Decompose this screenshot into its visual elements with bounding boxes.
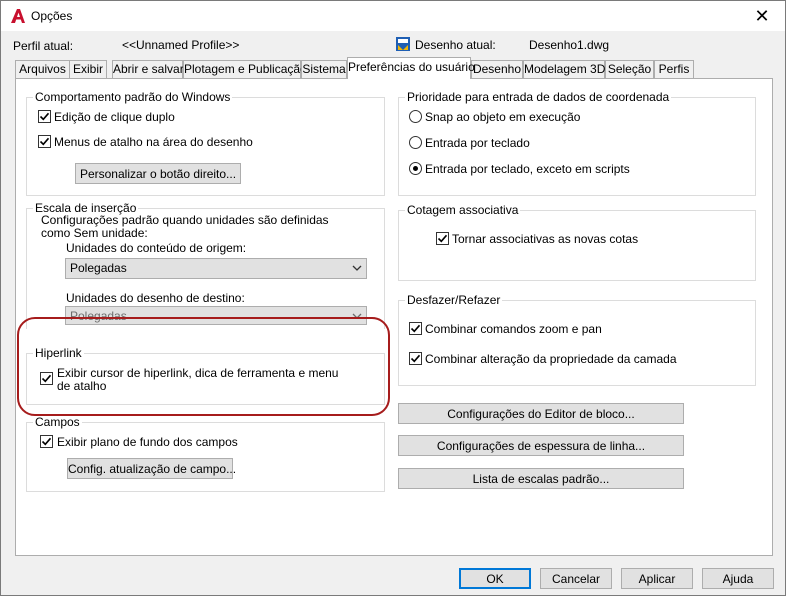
target-units-value: Polegadas [70,309,127,323]
source-units-select[interactable]: Polegadas [65,258,367,279]
chevron-down-icon [352,265,362,271]
radio-keyboard-except-scripts[interactable] [409,162,422,175]
current-profile-value: <<Unnamed Profile>> [122,38,240,52]
radio-running-osnap[interactable] [409,110,422,123]
combine-layer-props-checkbox[interactable] [409,352,422,365]
drawing-file-icon [396,37,410,51]
default-scale-list-button[interactable]: Lista de escalas padrão... [398,468,684,489]
tab-abrir-salvar[interactable]: Abrir e salvar [112,60,184,78]
associative-dimensions-label[interactable]: Tornar associativas as novas cotas [452,232,638,246]
tab-preferencias-usuario[interactable]: Preferências do usuário [347,57,475,79]
radio-keyboard-entry-label[interactable]: Entrada por teclado [425,136,530,150]
shortcut-menus-checkbox[interactable] [38,135,51,148]
source-units-label: Unidades do conteúdo de origem: [66,241,247,255]
hyperlink-title: Hiperlink [33,346,84,360]
combine-zoom-pan-label[interactable]: Combinar comandos zoom e pan [425,322,602,336]
checkmark-icon [410,354,421,363]
tab-modelagem-3d[interactable]: Modelagem 3D [523,60,605,78]
radio-running-osnap-label[interactable]: Snap ao objeto em execução [425,110,580,124]
current-drawing-label: Desenho atual: [415,38,496,52]
ok-button[interactable]: OK [459,568,531,589]
right-click-customize-button[interactable]: Personalizar o botão direito... [75,163,241,184]
block-editor-settings-button[interactable]: Configurações do Editor de bloco... [398,403,684,424]
tab-sistema[interactable]: Sistema [301,60,347,78]
insertion-scale-description-1: Configurações padrão quando unidades são… [41,213,329,227]
checkmark-icon [410,324,421,333]
windows-behavior-title: Comportamento padrão do Windows [33,90,233,104]
options-dialog: Opções ✕ Perfil atual: <<Unnamed Profile… [0,0,786,596]
lineweight-settings-button[interactable]: Configurações de espessura de linha... [398,435,684,456]
associative-dimensions-checkbox[interactable] [436,232,449,245]
chevron-down-icon [352,313,362,319]
hyperlink-cursor-checkbox[interactable] [40,372,53,385]
field-background-label[interactable]: Exibir plano de fundo dos campos [57,435,238,449]
undo-redo-title: Desfazer/Refazer [405,293,503,307]
radio-selected-dot [413,166,418,171]
fields-title: Campos [33,415,82,429]
double-click-label[interactable]: Edição de clique duplo [54,110,175,124]
undo-redo-group: Desfazer/Refazer [398,293,756,386]
radio-keyboard-entry[interactable] [409,136,422,149]
tab-plotagem-publicacao[interactable]: Plotagem e Publicação [183,60,307,78]
hyperlink-cursor-label-2[interactable]: de atalho [57,379,106,393]
checkmark-icon [437,234,448,243]
cancel-button[interactable]: Cancelar [540,568,612,589]
tab-desenho[interactable]: Desenho [471,60,523,78]
target-units-label: Unidades do desenho de destino: [66,291,245,305]
apply-button[interactable]: Aplicar [621,568,693,589]
field-update-settings-button[interactable]: Config. atualização de campo... [67,458,236,479]
checkmark-icon [41,374,52,383]
insertion-scale-description-2: como Sem unidade: [41,226,148,240]
target-units-select[interactable]: Polegadas [65,306,367,325]
window-title: Opções [31,9,73,23]
radio-keyboard-except-scripts-label[interactable]: Entrada por teclado, exceto em scripts [425,162,630,176]
close-icon[interactable]: ✕ [739,1,785,31]
tab-arquivos[interactable]: Arquivos [15,60,70,78]
tab-selecao[interactable]: Seleção [605,60,654,78]
combine-zoom-pan-checkbox[interactable] [409,322,422,335]
source-units-value: Polegadas [70,261,127,275]
checkmark-icon [41,437,52,446]
field-background-checkbox[interactable] [40,435,53,448]
shortcut-menus-label[interactable]: Menus de atalho na área do desenho [54,135,253,149]
coordinate-priority-title: Prioridade para entrada de dados de coor… [405,90,672,104]
help-button[interactable]: Ajuda [702,568,774,589]
checkmark-icon [39,137,50,146]
hyperlink-cursor-label-1[interactable]: Exibir cursor de hiperlink, dica de ferr… [57,366,338,380]
associative-dimensioning-title: Cotagem associativa [405,203,521,217]
checkmark-icon [39,112,50,121]
title-bar: Opções ✕ [1,1,785,31]
tab-exibir[interactable]: Exibir [69,60,107,78]
combine-layer-props-label[interactable]: Combinar alteração da propriedade da cam… [425,352,677,366]
fields-group: Campos [26,415,385,492]
current-drawing-value: Desenho1.dwg [529,38,610,52]
autocad-a-icon [11,9,25,23]
tab-perfis[interactable]: Perfis [654,60,694,78]
double-click-checkbox[interactable] [38,110,51,123]
current-profile-label: Perfil atual: [13,39,74,53]
